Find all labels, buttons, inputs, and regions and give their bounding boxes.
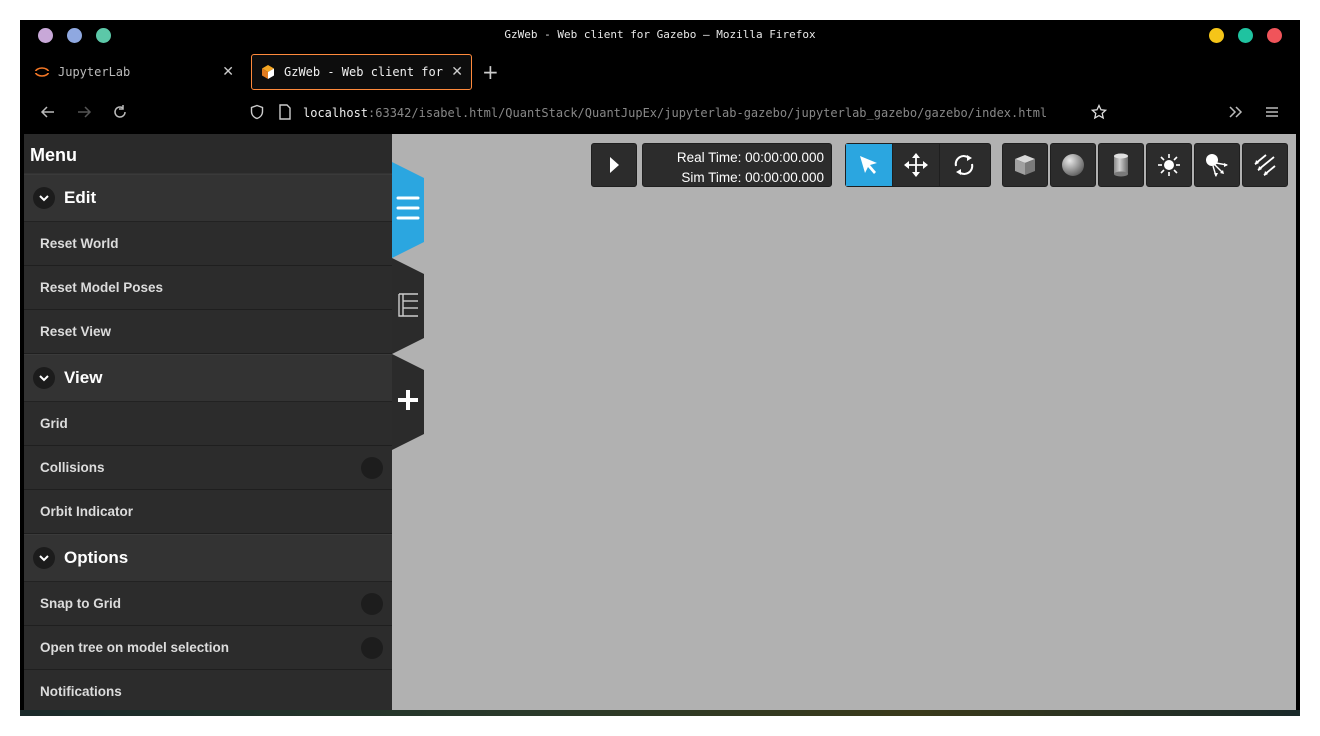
hamburger-menu-icon[interactable] <box>1262 104 1282 124</box>
insert-cylinder-button[interactable] <box>1098 143 1144 187</box>
tab-gzweb[interactable]: GzWeb - Web client for ✕ <box>251 54 472 90</box>
menu-panel: Menu Edit Reset World Reset Model Poses … <box>24 134 392 710</box>
play-button[interactable] <box>591 143 637 187</box>
spot-light-icon <box>1206 154 1228 177</box>
bookmark-star-icon[interactable] <box>1089 103 1109 124</box>
gazebo-icon <box>260 64 276 80</box>
sphere-icon <box>1062 154 1084 176</box>
page-info-icon[interactable] <box>275 104 295 124</box>
url-path: :63342/isabel.html/QuantStack/QuantJupEx… <box>368 106 1048 120</box>
item-label: Reset World <box>40 236 119 251</box>
item-label: Reset Model Poses <box>40 280 164 295</box>
play-icon <box>610 157 619 173</box>
insert-point-light-button[interactable] <box>1146 143 1192 187</box>
menu-item-grid[interactable]: Grid <box>24 402 392 446</box>
chevron-down-icon <box>33 187 55 209</box>
reload-button[interactable] <box>110 104 130 124</box>
menu-item-notifications[interactable]: Notifications <box>24 670 392 710</box>
tab-label: GzWeb - Web client for <box>284 65 443 79</box>
item-label: Reset View <box>40 324 112 339</box>
menu-title: Menu <box>24 134 392 174</box>
arrow-left-icon <box>40 106 54 118</box>
sim-time: Sim Time: 00:00:00.000 <box>681 170 824 185</box>
section-options[interactable]: Options <box>24 534 392 582</box>
insert-box-button[interactable] <box>1002 143 1048 187</box>
rotate-icon <box>954 155 973 175</box>
chevron-down-icon <box>33 547 55 569</box>
side-tab-insert[interactable] <box>392 354 424 450</box>
overflow-chevron-icon[interactable] <box>1226 104 1246 124</box>
section-edit[interactable]: Edit <box>24 174 392 222</box>
close-window-button[interactable] <box>1267 28 1282 43</box>
translate-mode-button[interactable] <box>893 144 940 186</box>
section-view[interactable]: View <box>24 354 392 402</box>
menu-item-reset-model-poses[interactable]: Reset Model Poses <box>24 266 392 310</box>
item-label: Open tree on model selection <box>40 640 230 655</box>
menu-item-collisions[interactable]: Collisions <box>24 446 392 490</box>
title-bar: GzWeb - Web client for Gazebo — Mozilla … <box>20 20 1300 50</box>
navigation-bar: localhost:63342/isabel.html/QuantStack/Q… <box>20 94 1300 134</box>
maximize-button[interactable] <box>1238 28 1253 43</box>
mode-toolbar <box>845 143 991 187</box>
directional-light-icon <box>1254 154 1276 176</box>
point-light-icon <box>1158 154 1180 176</box>
item-label: Collisions <box>40 460 105 475</box>
item-label: Orbit Indicator <box>40 504 134 519</box>
shield-icon[interactable] <box>247 104 267 124</box>
tab-label: JupyterLab <box>58 65 131 79</box>
tab-bar: JupyterLab ✕ GzWeb - Web client for ✕ + <box>20 52 1300 92</box>
section-label: View <box>64 368 103 387</box>
insert-sphere-button[interactable] <box>1050 143 1096 187</box>
real-time: Real Time: 00:00:00.000 <box>676 150 824 165</box>
box-icon <box>1015 155 1035 175</box>
section-label: Options <box>64 548 129 567</box>
open-tree-toggle[interactable] <box>361 637 383 659</box>
tab-jupyterlab[interactable]: JupyterLab ✕ <box>26 54 242 90</box>
item-label: Snap to Grid <box>40 596 121 611</box>
back-button[interactable] <box>38 104 58 124</box>
new-tab-button[interactable]: + <box>482 60 499 84</box>
url-host: localhost <box>303 106 369 120</box>
jupyter-icon <box>34 64 50 80</box>
close-tab-icon[interactable]: ✕ <box>222 64 234 80</box>
translate-icon <box>904 153 928 177</box>
item-label: Grid <box>40 416 68 431</box>
section-label: Edit <box>64 188 97 207</box>
insert-directional-light-button[interactable] <box>1242 143 1288 187</box>
address-bar[interactable]: localhost:63342/isabel.html/QuantStack/Q… <box>303 106 1079 120</box>
gzweb-viewport[interactable]: Menu Edit Reset World Reset Model Poses … <box>24 134 1296 710</box>
cylinder-icon <box>1114 153 1128 177</box>
snap-to-grid-toggle[interactable] <box>361 593 383 615</box>
time-display: Real Time: 00:00:00.000 Sim Time: 00:00:… <box>642 143 832 187</box>
insert-spot-light-button[interactable] <box>1194 143 1240 187</box>
menu-item-orbit-indicator[interactable]: Orbit Indicator <box>24 490 392 534</box>
collisions-toggle[interactable] <box>361 457 383 479</box>
menu-item-open-tree[interactable]: Open tree on model selection <box>24 626 392 670</box>
forward-button[interactable] <box>74 104 94 124</box>
minimize-button[interactable] <box>1209 28 1224 43</box>
menu-item-reset-view[interactable]: Reset View <box>24 310 392 354</box>
side-tab-menu[interactable] <box>392 162 424 258</box>
side-tab-tree[interactable] <box>392 258 424 354</box>
chevron-down-icon <box>33 367 55 389</box>
select-mode-button[interactable] <box>846 144 893 186</box>
rotate-mode-button[interactable] <box>940 144 987 186</box>
menu-item-reset-world[interactable]: Reset World <box>24 222 392 266</box>
menu-item-snap-to-grid[interactable]: Snap to Grid <box>24 582 392 626</box>
window-title: GzWeb - Web client for Gazebo — Mozilla … <box>504 28 816 41</box>
close-tab-icon[interactable]: ✕ <box>451 64 463 80</box>
arrow-right-icon <box>78 106 92 118</box>
reload-icon <box>114 105 126 118</box>
item-label: Notifications <box>40 684 122 699</box>
select-icon <box>860 156 877 174</box>
browser-window: GzWeb - Web client for Gazebo — Mozilla … <box>20 20 1300 710</box>
